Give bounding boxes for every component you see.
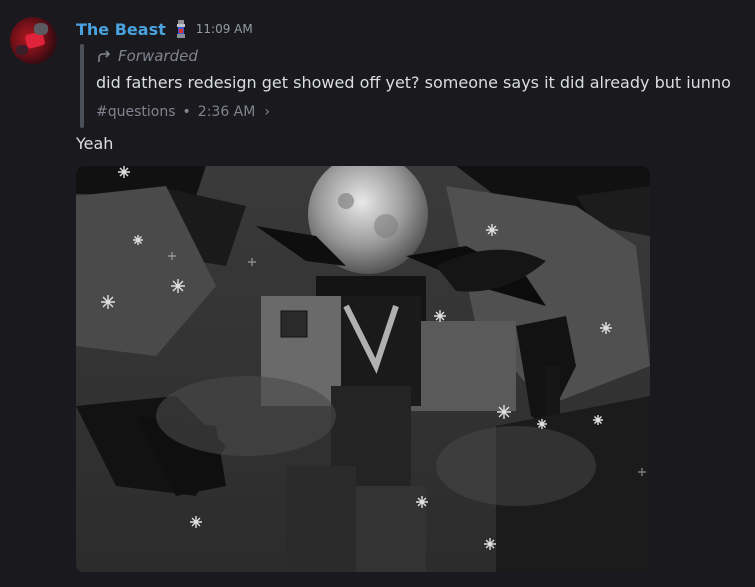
forward-time[interactable]: 2:36 AM (198, 104, 256, 120)
username[interactable]: The Beast (76, 20, 166, 39)
avatar[interactable] (10, 17, 57, 64)
image-attachment[interactable] (76, 166, 650, 572)
chevron-right-icon[interactable]: › (264, 104, 270, 120)
forward-bar (80, 44, 84, 128)
message-timestamp[interactable]: 11:09 AM (196, 22, 253, 36)
message: The Beast 11:09 AM Forwarded did fathers… (0, 0, 755, 587)
forwarded-meta[interactable]: #questions • 2:36 AM › (96, 104, 270, 120)
forwarded-message-text: did fathers redesign get showed off yet?… (96, 73, 731, 92)
forwarded-text: Forwarded (118, 47, 198, 65)
reply-text: Yeah (76, 134, 114, 153)
forward-arrow-icon (98, 50, 111, 62)
forward-channel[interactable]: #questions (96, 104, 176, 120)
meta-separator: • (182, 104, 191, 120)
message-header: The Beast 11:09 AM (76, 17, 253, 41)
forwarded-label: Forwarded (96, 47, 198, 65)
tower-role-icon[interactable] (174, 19, 188, 39)
